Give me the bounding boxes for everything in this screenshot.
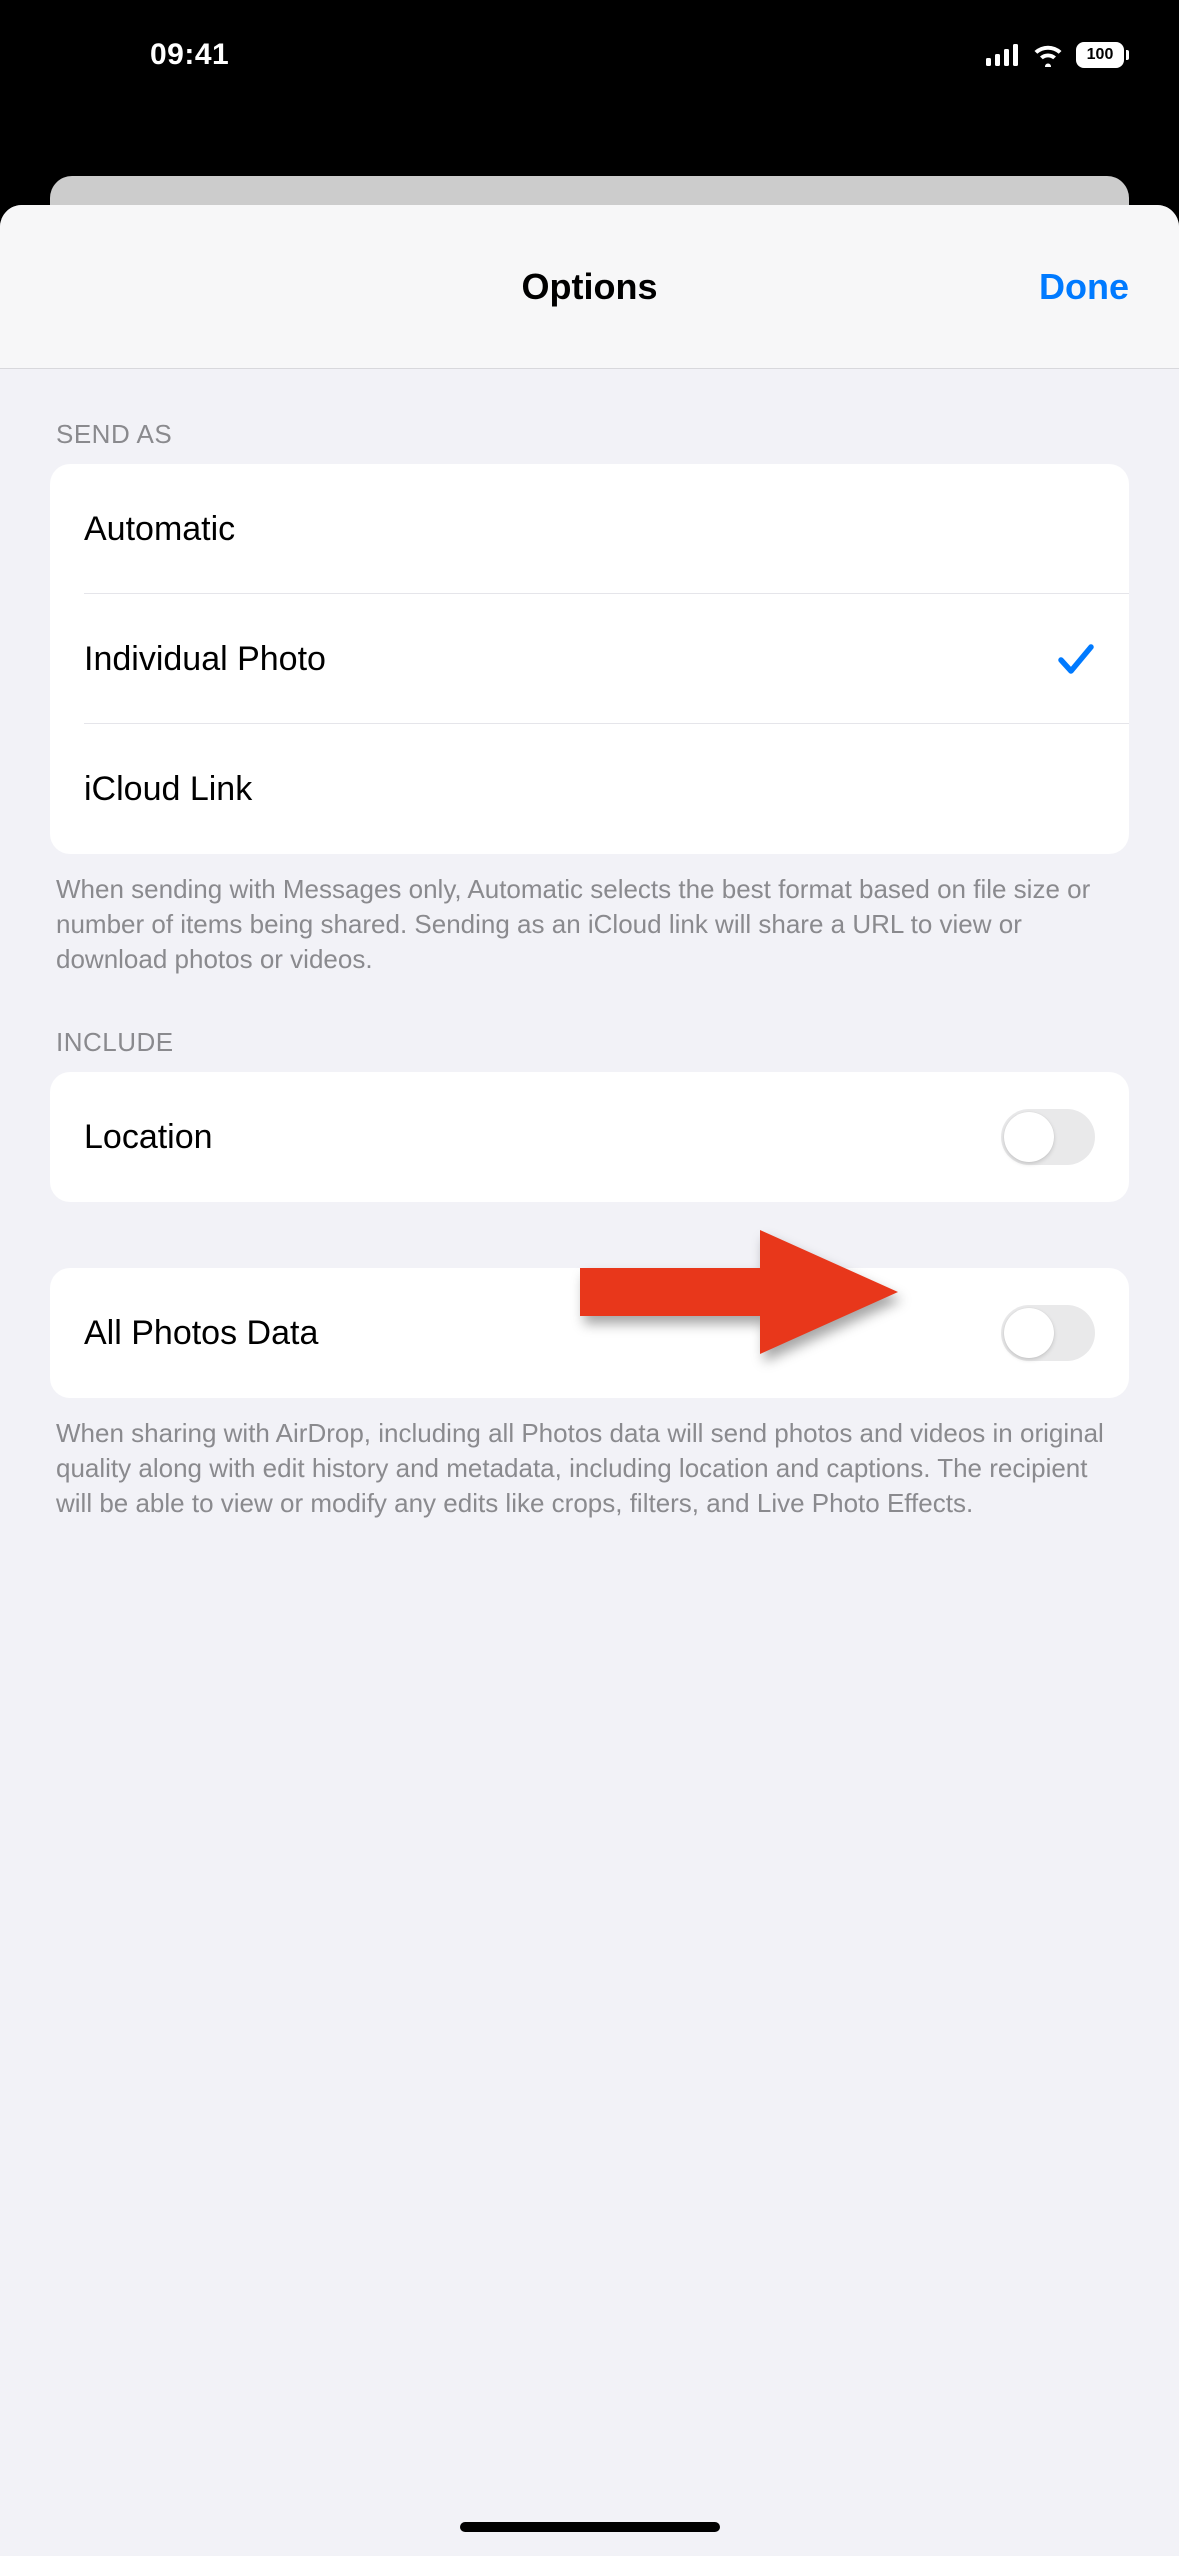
section-header-include: INCLUDE [50, 977, 1129, 1072]
send-as-option-icloud-link[interactable]: iCloud Link [50, 724, 1129, 854]
include-location-group: Location [50, 1072, 1129, 1202]
toggle-knob [1004, 1112, 1054, 1162]
annotation-arrow-icon [580, 1222, 910, 1362]
sheet-title: Options [522, 266, 658, 308]
home-indicator[interactable] [460, 2522, 720, 2532]
all-photos-data-footer: When sharing with AirDrop, including all… [50, 1398, 1129, 1521]
send-as-option-automatic[interactable]: Automatic [50, 464, 1129, 594]
row-label: Location [84, 1118, 213, 1157]
done-button[interactable]: Done [1039, 266, 1129, 308]
send-as-footer: When sending with Messages only, Automat… [50, 854, 1129, 977]
wifi-icon [1032, 43, 1064, 67]
status-time: 09:41 [60, 38, 229, 72]
status-bar: 09:41 100 [0, 0, 1179, 110]
battery-level: 100 [1087, 46, 1114, 64]
battery-indicator: 100 [1076, 42, 1129, 68]
send-as-group: Automatic Individual Photo iCloud Link [50, 464, 1129, 854]
all-photos-data-toggle[interactable] [1001, 1305, 1095, 1361]
status-indicators: 100 [986, 42, 1129, 68]
row-label: Automatic [84, 510, 235, 549]
row-label: All Photos Data [84, 1314, 318, 1353]
include-location-row: Location [50, 1072, 1129, 1202]
cellular-signal-icon [986, 44, 1020, 66]
section-header-send-as: SEND AS [50, 369, 1129, 464]
row-label: iCloud Link [84, 770, 252, 809]
sheet-header: Options Done [0, 205, 1179, 369]
send-as-option-individual-photo[interactable]: Individual Photo [50, 594, 1129, 724]
toggle-knob [1004, 1308, 1054, 1358]
checkmark-icon [1057, 641, 1095, 677]
row-label: Individual Photo [84, 640, 326, 679]
location-toggle[interactable] [1001, 1109, 1095, 1165]
options-sheet: Options Done SEND AS Automatic Individua… [0, 205, 1179, 2556]
